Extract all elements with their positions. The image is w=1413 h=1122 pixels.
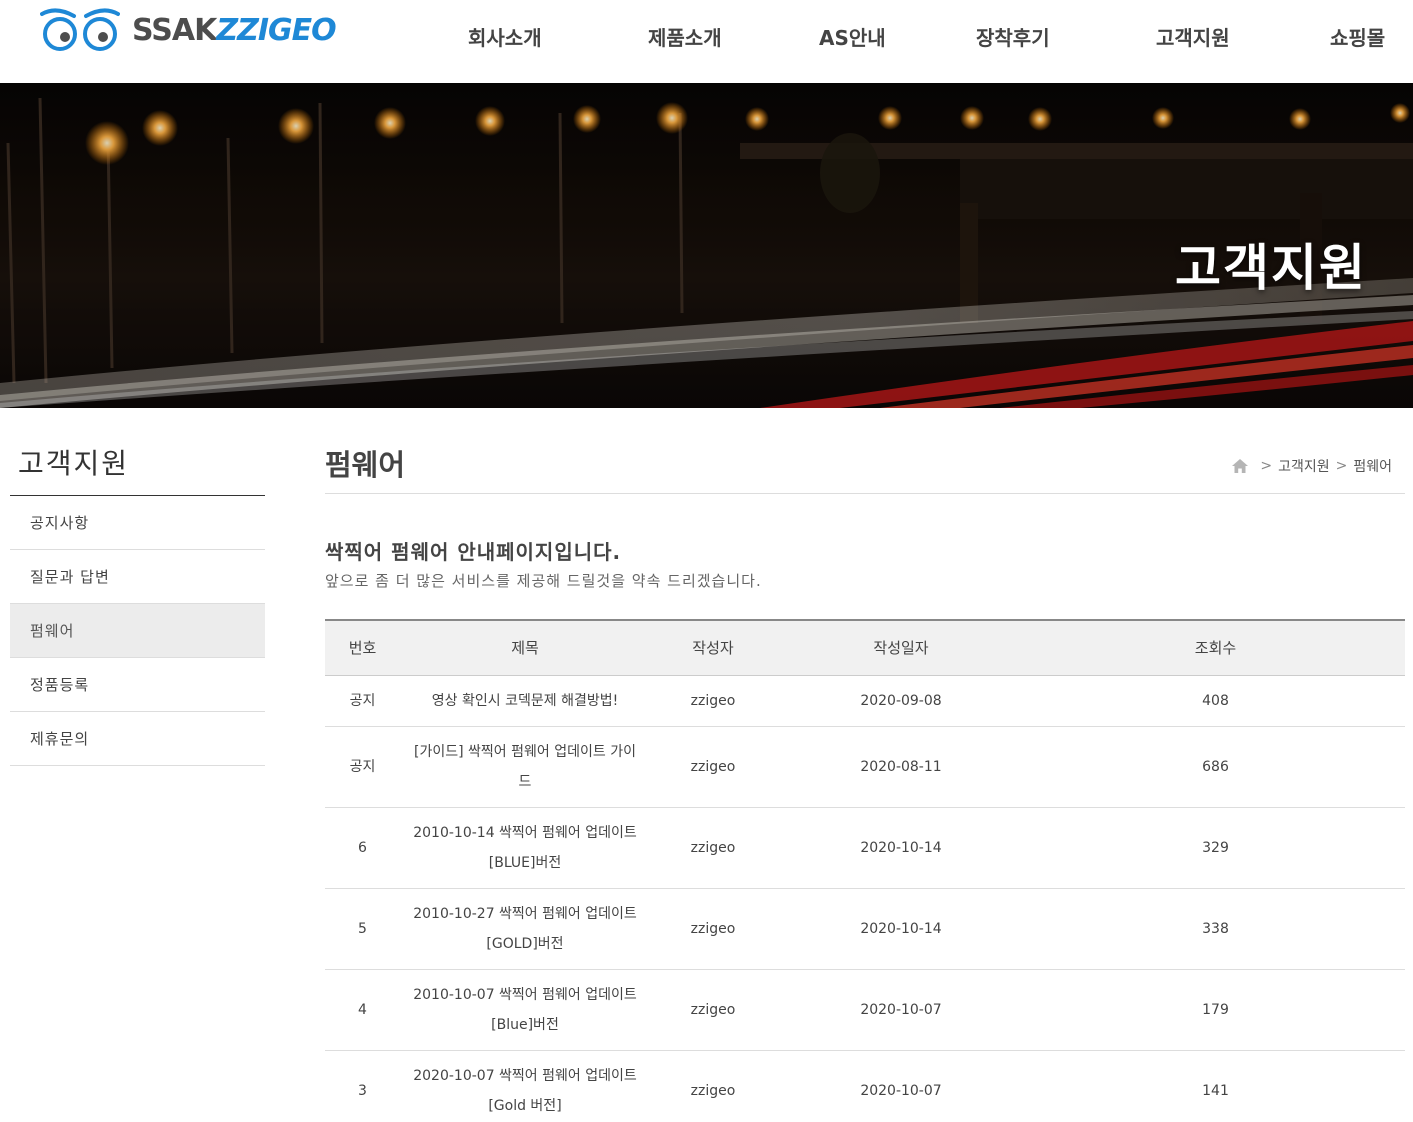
- cell-views: 329: [1026, 807, 1405, 889]
- cell-title[interactable]: 2010-10-07 싹찍어 펌웨어 업데이트 [Blue]버전: [400, 969, 650, 1051]
- cell-date: 2020-09-08: [776, 675, 1026, 727]
- cell-views: 338: [1026, 888, 1405, 970]
- nav-item-products[interactable]: 제품소개: [648, 22, 722, 51]
- sidebar-item-qna[interactable]: 질문과 답변: [10, 550, 265, 604]
- cell-author: zzigeo: [650, 888, 776, 970]
- table-row[interactable]: 3 2020-10-07 싹찍어 펌웨어 업데이트 [Gold 버전] zzig…: [325, 1050, 1405, 1122]
- column-header-author: 작성자: [650, 620, 776, 676]
- page-header: 펌웨어 > 고객지원 > 펌웨어: [325, 408, 1405, 494]
- page-title: 펌웨어: [325, 448, 406, 482]
- nav-item-company[interactable]: 회사소개: [468, 22, 542, 51]
- breadcrumb: > 고객지원 > 펌웨어: [1232, 456, 1392, 476]
- chevron-right-icon: >: [1260, 458, 1273, 474]
- cell-number: 공지: [325, 675, 400, 727]
- cell-author: zzigeo: [650, 807, 776, 889]
- cell-number: 6: [325, 807, 400, 889]
- breadcrumb-item-firmware[interactable]: 펌웨어: [1353, 456, 1392, 476]
- cell-views: 141: [1026, 1050, 1405, 1122]
- cell-title[interactable]: 2010-10-27 싹찍어 펌웨어 업데이트 [GOLD]버전: [400, 888, 650, 970]
- cell-author: zzigeo: [650, 675, 776, 727]
- cell-title[interactable]: 영상 확인시 코덱문제 해결방법!: [400, 675, 650, 727]
- nav-item-support[interactable]: 고객지원: [1156, 22, 1230, 51]
- table-row[interactable]: 공지 [가이드] 싹찍어 펌웨어 업데이트 가이드 zzigeo 2020-08…: [325, 726, 1405, 808]
- intro-subtext: 앞으로 좀 더 많은 서비스를 제공해 드릴것을 약속 드리겠습니다.: [325, 572, 762, 590]
- sidebar-item-registration[interactable]: 정품등록: [10, 658, 265, 712]
- cell-number: 5: [325, 888, 400, 970]
- table-row[interactable]: 4 2010-10-07 싹찍어 펌웨어 업데이트 [Blue]버전 zzige…: [325, 969, 1405, 1051]
- table-header-row: 번호 제목 작성자 작성일자 조회수: [325, 620, 1405, 676]
- cell-author: zzigeo: [650, 726, 776, 808]
- column-header-date: 작성일자: [776, 620, 1026, 676]
- cell-date: 2020-08-11: [776, 726, 1026, 808]
- chevron-right-icon: >: [1335, 458, 1348, 474]
- column-header-number: 번호: [325, 620, 400, 676]
- cell-date: 2020-10-14: [776, 807, 1026, 889]
- banner-title: 고객지원: [1175, 239, 1367, 297]
- cell-date: 2020-10-07: [776, 1050, 1026, 1122]
- main-content: 펌웨어 > 고객지원 > 펌웨어 싹찍어 펌웨어 안내페이지입니다. 앞으로 좀…: [325, 408, 1405, 1122]
- intro-heading: 싹찍어 펌웨어 안내페이지입니다.: [325, 540, 622, 564]
- site-header: SSAKZZIGEO 회사소개 제품소개 AS안내 장착후기 고객지원 쇼핑몰: [0, 0, 1413, 83]
- table-row[interactable]: 공지 영상 확인시 코덱문제 해결방법! zzigeo 2020-09-08 4…: [325, 675, 1405, 727]
- cell-title[interactable]: [가이드] 싹찍어 펌웨어 업데이트 가이드: [400, 726, 650, 808]
- sidebar-item-partnership[interactable]: 제휴문의: [10, 712, 265, 766]
- cell-views: 686: [1026, 726, 1405, 808]
- cell-number: 3: [325, 1050, 400, 1122]
- cell-views: 408: [1026, 675, 1405, 727]
- nav-item-as[interactable]: AS안내: [819, 22, 886, 51]
- cell-date: 2020-10-07: [776, 969, 1026, 1051]
- table-row[interactable]: 5 2010-10-27 싹찍어 펌웨어 업데이트 [GOLD]버전 zzige…: [325, 888, 1405, 970]
- sidebar-title: 고객지원: [10, 408, 265, 496]
- cell-number: 공지: [325, 726, 400, 808]
- sidebar-item-firmware[interactable]: 펌웨어: [10, 604, 265, 658]
- main-nav: 회사소개 제품소개 AS안내 장착후기 고객지원 쇼핑몰: [0, 22, 1413, 52]
- cell-views: 179: [1026, 969, 1405, 1051]
- nav-item-reviews[interactable]: 장착후기: [976, 22, 1050, 51]
- cell-title[interactable]: 2010-10-14 싹찍어 펌웨어 업데이트 [BLUE]버전: [400, 807, 650, 889]
- sidebar: 고객지원 공지사항 질문과 답변 펌웨어 정품등록 제휴문의: [10, 408, 265, 766]
- cell-author: zzigeo: [650, 1050, 776, 1122]
- table-row[interactable]: 6 2010-10-14 싹찍어 펌웨어 업데이트 [BLUE]버전 zzige…: [325, 807, 1405, 889]
- column-header-title: 제목: [400, 620, 650, 676]
- firmware-table: 번호 제목 작성자 작성일자 조회수 공지 영상 확인시 코덱문제 해결방법! …: [325, 619, 1405, 1122]
- cell-title[interactable]: 2020-10-07 싹찍어 펌웨어 업데이트 [Gold 버전]: [400, 1050, 650, 1122]
- cell-date: 2020-10-14: [776, 888, 1026, 970]
- column-header-views: 조회수: [1026, 620, 1405, 676]
- cell-number: 4: [325, 969, 400, 1051]
- nav-item-shop[interactable]: 쇼핑몰: [1330, 22, 1385, 51]
- hero-banner: 고객지원: [0, 83, 1413, 408]
- breadcrumb-item-support[interactable]: 고객지원: [1278, 456, 1330, 476]
- sidebar-item-notice[interactable]: 공지사항: [10, 496, 265, 550]
- home-icon[interactable]: [1232, 459, 1249, 473]
- cell-author: zzigeo: [650, 969, 776, 1051]
